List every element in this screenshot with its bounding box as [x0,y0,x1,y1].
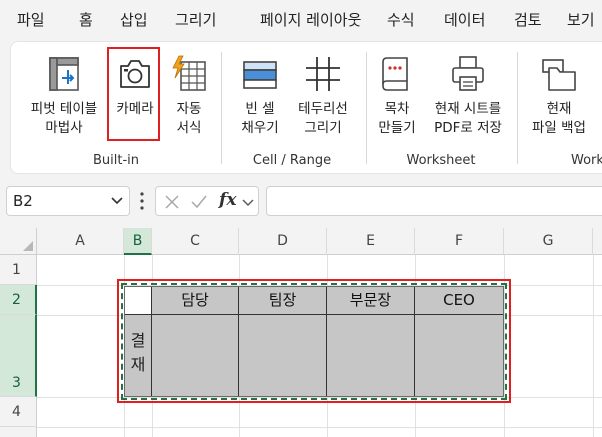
menu-home[interactable]: 홈 [79,9,93,30]
formula-tools: fx [155,186,259,216]
folder-icon [542,59,576,91]
gridline [593,255,594,437]
fill-empty-cells-button[interactable]: 빈 셀 채우기 [229,50,291,158]
row-header-2[interactable]: 2 [0,285,37,315]
more-options-icon[interactable] [139,191,145,211]
menu-review[interactable]: 검토 [514,9,542,30]
column-header-c[interactable]: C [152,228,239,255]
menu-view[interactable]: 보기 [567,9,595,30]
select-all-icon [23,241,33,251]
cancel-icon[interactable] [164,194,180,210]
column-header-f[interactable]: F [415,228,504,255]
group-label-worksheet: Worksheet [406,153,476,168]
table-of-contents-button[interactable]: 목차 만들기 [371,50,423,158]
formula-bar: B2 fx [0,178,602,228]
table-of-contents-label: 목차 만들기 [378,101,416,136]
menu-insert[interactable]: 삽입 [120,9,148,30]
ribbon-separator [366,52,367,164]
menu-data[interactable]: 데이터 [444,9,485,30]
table-highlight-box [117,279,511,403]
group-label-workbook: Work [571,153,602,168]
fill-empty-cells-label: 빈 셀 채우기 [241,101,279,136]
insert-function-button[interactable]: fx [219,190,236,210]
confirm-icon[interactable] [190,194,208,210]
autoformat-button[interactable]: 자동 서식 [163,50,215,158]
save-pdf-button[interactable]: 현재 시트를 PDF로 저장 [423,50,513,158]
save-pdf-label: 현재 시트를 PDF로 저장 [434,101,502,136]
borders-icon [306,57,340,91]
menu-file[interactable]: 파일 [17,9,45,30]
column-header-a[interactable]: A [37,228,124,255]
group-label-cellrange: Cell / Range [252,153,332,168]
book-icon [382,57,408,91]
menu-bar: 파일 홈 삽입 그리기 페이지 레이아웃 수식 데이터 검토 보기 [0,0,602,40]
pivot-wizard-button[interactable]: 피벗 테이블 마법사 [17,50,111,158]
camera-highlight-box [107,47,160,141]
row-header-5[interactable] [0,427,37,437]
select-all-button[interactable] [0,228,37,255]
column-header-b[interactable]: B [124,228,152,255]
gridline [37,427,602,428]
printer-icon [452,56,484,91]
column-header-g[interactable]: G [504,228,593,255]
ribbon-panel: 피벗 테이블 마법사 카메라 자동 서식 Built-in 빈 셀 채우기 테두 [10,41,602,174]
draw-borders-label: 테두리선 그리기 [298,101,348,136]
row-header-1[interactable]: 1 [0,255,37,285]
row-header-4[interactable]: 4 [0,397,37,427]
autoformat-icon [172,55,206,91]
backup-file-label: 현재 파일 백업 [532,101,586,136]
name-box-value: B2 [13,192,33,210]
fill-cells-icon [243,61,277,89]
pivot-table-icon [49,57,79,91]
menu-draw[interactable]: 그리기 [175,9,216,30]
spreadsheet-grid: A B C D E F G 1 2 3 4 담당 팀장 부문장 CEO 결 재 [0,228,602,437]
chevron-down-icon[interactable] [111,196,123,206]
autoformat-label: 자동 서식 [176,101,202,136]
group-label-builtin: Built-in [92,153,140,168]
draw-borders-button[interactable]: 테두리선 그리기 [289,50,357,158]
backup-file-button[interactable]: 현재 파일 백업 [517,50,601,158]
menu-formulas[interactable]: 수식 [387,9,415,30]
pivot-wizard-label: 피벗 테이블 마법사 [30,101,98,136]
formula-input[interactable] [266,186,602,216]
ribbon-separator [221,52,222,164]
column-header-h[interactable] [593,228,602,255]
menu-page-layout[interactable]: 페이지 레이아웃 [260,9,361,30]
chevron-down-icon[interactable] [242,198,254,208]
row-header-3[interactable]: 3 [0,315,37,397]
name-box[interactable]: B2 [6,186,130,216]
column-header-d[interactable]: D [239,228,327,255]
column-header-e[interactable]: E [327,228,415,255]
